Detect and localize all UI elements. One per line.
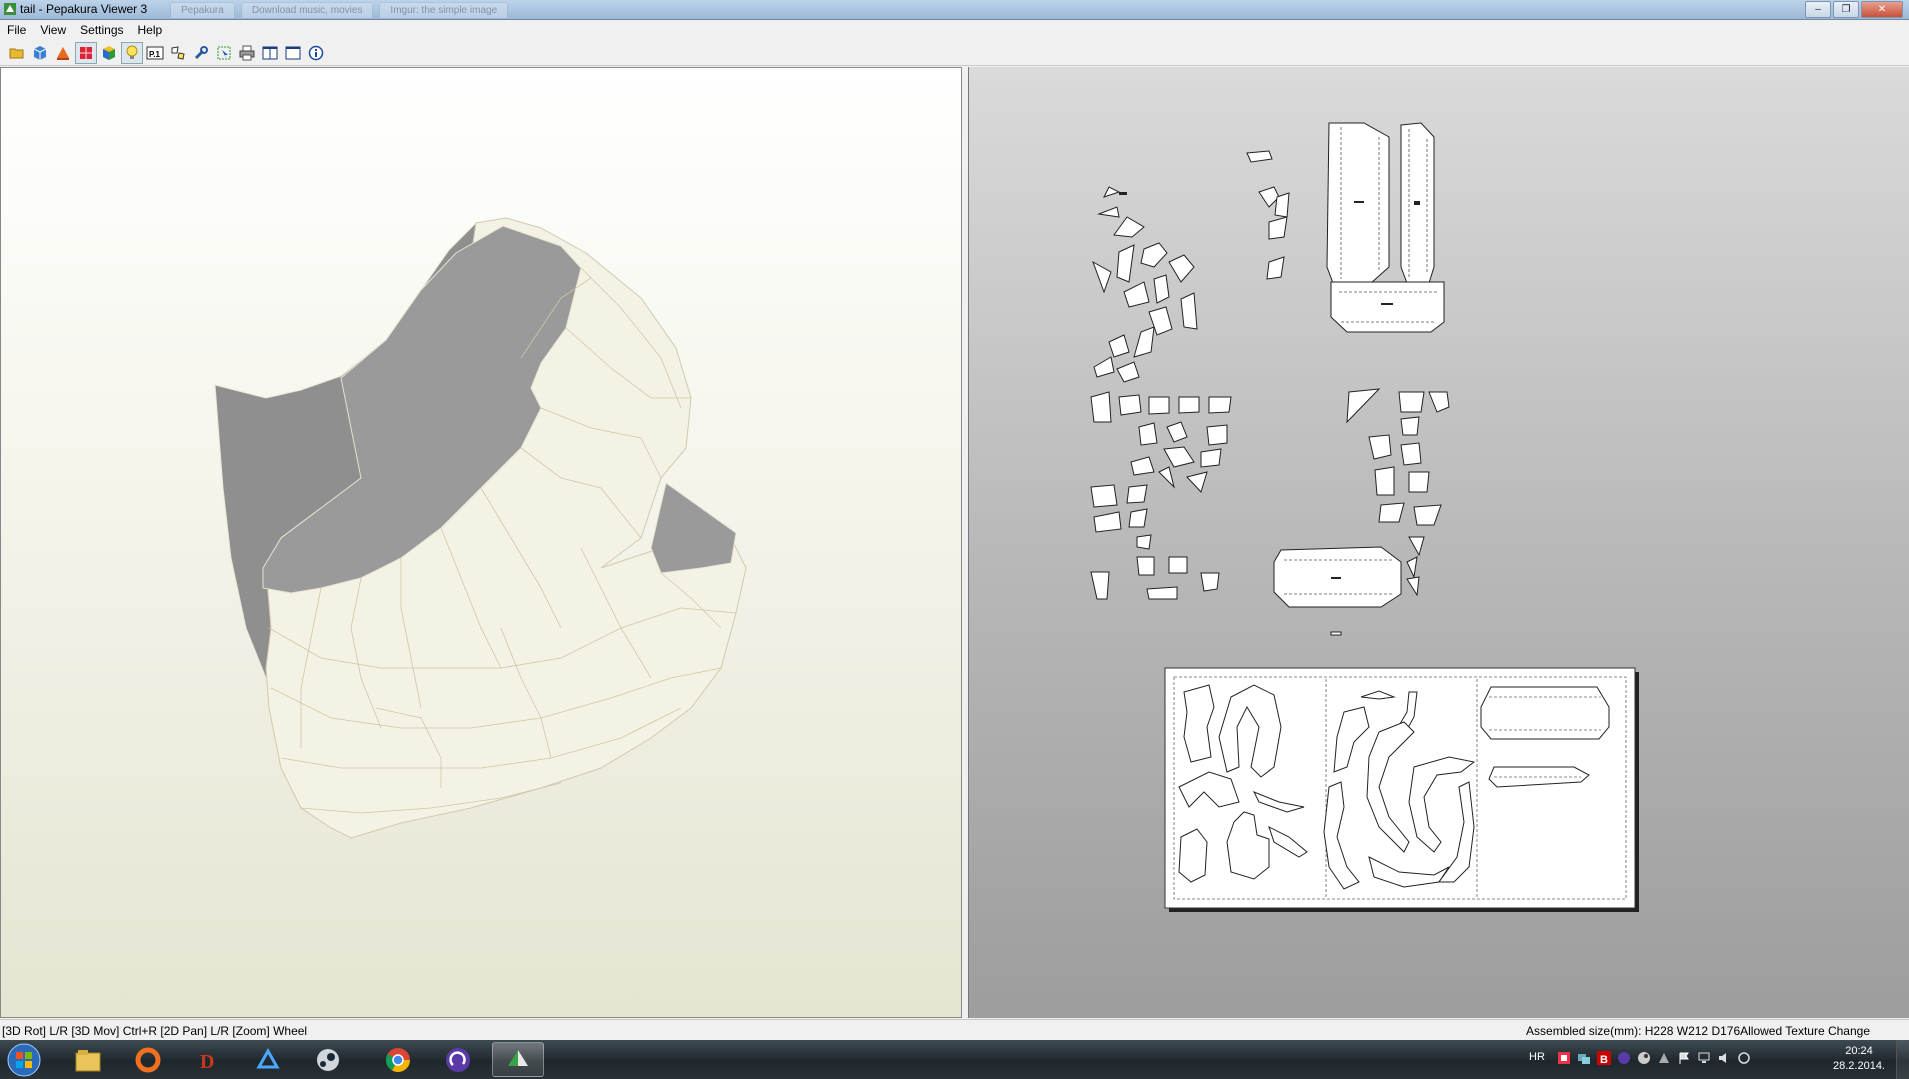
background-tab[interactable]: Imgur: the simple image [379,2,509,19]
windows-logo-icon [7,1043,41,1076]
network-icon[interactable] [1697,1051,1711,1065]
tray-bittorrent-icon[interactable] [1617,1051,1631,1065]
show-model-button[interactable] [98,42,120,64]
view-3d-only-button[interactable] [259,42,281,64]
status-bar: [3D Rot] L/R [3D Mov] Ctrl+R [2D Pan] L/… [0,1019,1909,1040]
taskbar-explorer[interactable] [62,1042,114,1077]
tray-app2-icon[interactable] [1657,1051,1671,1065]
faces-icon [80,46,92,59]
window-title: tail - Pepakura Viewer 3 [20,2,148,16]
svg-text:P.1: P.1 [149,50,161,59]
show-desktop-button[interactable] [1896,1040,1909,1079]
tray-power-icon[interactable] [1737,1051,1751,1065]
open-file-button[interactable] [6,42,28,64]
3d-view-panel[interactable] [0,67,962,1018]
tray-network-icon[interactable] [1577,1051,1591,1065]
menu-view[interactable]: View [33,23,73,37]
show-faces-button[interactable] [75,41,97,64]
origin-icon [135,1047,161,1072]
title-bar: tail - Pepakura Viewer 3 Pepakura Downlo… [0,0,1909,20]
svg-text:D: D [200,1051,214,1073]
minimize-button[interactable]: – [1805,1,1831,18]
unfolded-pieces[interactable] [969,67,1909,1018]
folder-icon [9,48,24,58]
taskbar-diablo[interactable]: D [182,1042,234,1077]
taskbar-bittorrent[interactable] [432,1042,484,1077]
steam-icon [317,1048,339,1071]
printer-icon [239,45,255,60]
tray-app-icon[interactable] [1557,1051,1571,1065]
pepakura-app-icon [4,3,16,15]
cube-color-icon [103,45,115,60]
menu-settings[interactable]: Settings [73,23,130,37]
wrench-icon [194,45,208,59]
settings-button[interactable] [190,42,212,64]
action-center-flag-icon[interactable] [1677,1051,1691,1065]
bulb-icon [126,45,138,59]
page-icon: P.1 [146,46,164,59]
texture-button[interactable] [52,42,74,64]
3d-view-button[interactable] [29,42,51,64]
3d-model[interactable] [1,68,961,1017]
taskbar-steam[interactable] [302,1042,354,1077]
svg-text:B: B [1600,1054,1608,1065]
pepakura-icon [508,1049,528,1066]
windows-explorer-icon [75,1049,101,1071]
clock-time: 20:24 [1845,1045,1873,1057]
clock-date: 28.2.2014. [1833,1060,1885,1072]
info-icon [308,45,324,60]
system-tray: HR B 20:24 28.2.2014. [1529,1040,1909,1079]
select-button[interactable] [213,42,235,64]
status-hint: [3D Rot] L/R [3D Mov] Ctrl+R [2D Pan] L/… [2,1024,308,1038]
menu-bar: File View Settings Help [0,20,1909,39]
light-button[interactable] [121,41,143,64]
clock[interactable]: 20:24 28.2.2014. [1833,1044,1885,1074]
status-assembled-size: Assembled size(mm): H228 W212 D176Allowe… [1526,1024,1870,1038]
close-button[interactable]: ✕ [1861,1,1903,18]
cube-icon [33,45,47,60]
taskbar-origin[interactable] [122,1042,174,1077]
texture-icon [57,46,69,60]
volume-icon[interactable] [1717,1051,1731,1065]
background-tab[interactable]: Download music, movies [240,2,374,19]
toolbar: P.1 [0,40,1909,66]
language-indicator[interactable]: HR [1529,1051,1545,1063]
start-button[interactable] [2,1041,46,1078]
panel-left-icon [262,46,278,59]
background-tabs: Pepakura Download music, movies Imgur: t… [170,2,509,19]
taskbar-pepakura[interactable] [492,1042,544,1077]
taskbar-chrome[interactable] [372,1042,424,1077]
menu-file[interactable]: File [0,23,33,37]
diablo-icon: D [200,1051,214,1073]
bittorrent-icon [446,1047,470,1072]
view-2d-only-button[interactable] [282,42,304,64]
pieces-icon [171,45,185,60]
maximize-button[interactable]: ❐ [1833,1,1859,18]
tray-steam-icon[interactable] [1637,1051,1651,1065]
background-tab[interactable]: Pepakura [170,2,235,19]
menu-help[interactable]: Help [131,23,170,37]
info-button[interactable] [305,42,327,64]
page-number-button[interactable]: P.1 [144,42,166,64]
taskbar-battlenet[interactable] [242,1042,294,1077]
battlenet-icon [256,1047,280,1068]
select-icon [217,46,231,59]
taskbar: D HR B 20:24 28.2.2014. [0,1040,1909,1079]
panel-right-icon [285,46,301,59]
2d-view-panel[interactable] [968,67,1909,1018]
chrome-icon [385,1047,410,1072]
print-button[interactable] [236,42,258,64]
layout-button[interactable] [167,42,189,64]
tray-b-icon[interactable]: B [1597,1051,1611,1065]
